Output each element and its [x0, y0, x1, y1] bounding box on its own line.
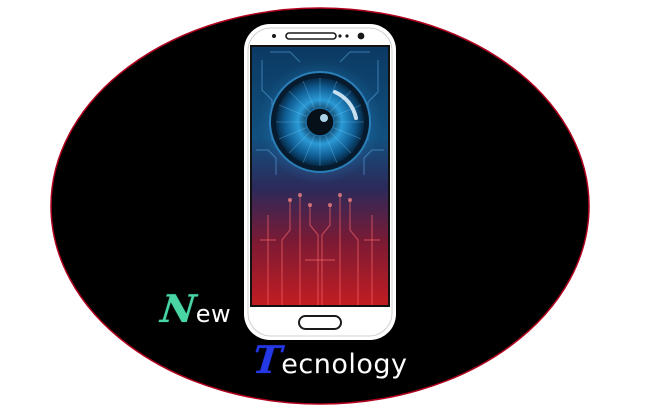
front-camera-icon	[357, 32, 365, 40]
speaker-grille-icon	[285, 32, 337, 40]
logo-text-ew: ew	[195, 300, 232, 328]
screen	[252, 47, 388, 305]
logo-word-new: New	[158, 286, 232, 331]
logo-word-technology: Tecnology	[250, 337, 408, 382]
eye-icon	[258, 60, 382, 184]
home-button-icon	[298, 315, 342, 330]
logo-text-ecnology: ecnology	[281, 349, 408, 380]
phone-icon	[244, 24, 396, 340]
logo: New Tecnology	[0, 0, 648, 409]
logo-initial-n: N	[158, 286, 199, 331]
logo-initial-t: T	[250, 337, 284, 382]
